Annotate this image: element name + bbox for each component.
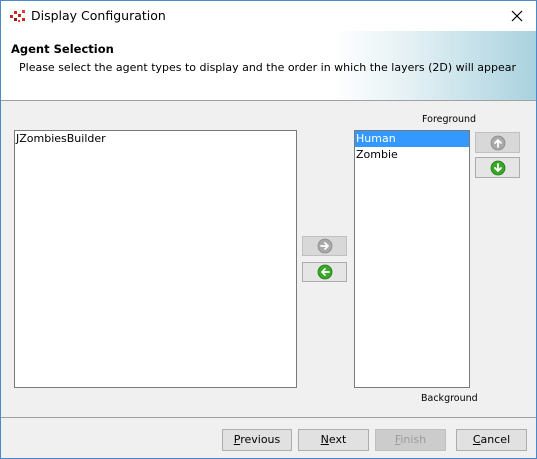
close-button[interactable] [498,1,536,31]
add-to-display-button[interactable] [302,236,347,256]
next-label-rest: ext [328,433,347,446]
foreground-label: Foreground [422,114,477,125]
arrow-left-icon [317,264,332,280]
close-icon [511,10,523,22]
finish-label-rest: inish [400,433,427,446]
cancel-mnemonic: C [472,433,481,446]
list-item[interactable]: Zombie [355,147,469,163]
footer-separator [1,417,536,418]
layer-order-list[interactable]: Human Zombie [354,130,470,388]
previous-label-rest: revious [240,433,281,446]
cancel-button[interactable]: Cancel [456,429,527,451]
remove-from-display-button[interactable] [302,262,347,282]
arrow-right-icon [317,238,332,254]
dialog-window: Display Configuration Agent Selection Pl… [0,0,537,459]
background-label: Background [421,393,478,404]
header-description: Please select the agent types to display… [19,61,517,74]
cancel-label-rest: ancel [480,433,511,446]
arrow-down-icon [490,160,505,175]
next-mnemonic: N [320,433,329,446]
available-agents-list[interactable]: JZombiesBuilder [14,130,297,388]
list-item[interactable]: JZombiesBuilder [15,131,296,147]
title-bar[interactable]: Display Configuration [1,1,536,31]
list-item[interactable]: Human [355,131,469,147]
previous-button[interactable]: Previous [222,429,292,451]
wizard-header: Agent Selection Please select the agent … [1,31,536,101]
arrow-up-icon [490,135,505,150]
repast-app-icon [10,9,26,23]
window-title: Display Configuration [31,8,166,23]
move-down-button[interactable] [475,157,520,178]
next-button[interactable]: Next [298,429,369,451]
finish-button[interactable]: Finish [375,429,446,451]
move-up-button[interactable] [475,132,520,153]
header-title: Agent Selection [11,42,114,56]
